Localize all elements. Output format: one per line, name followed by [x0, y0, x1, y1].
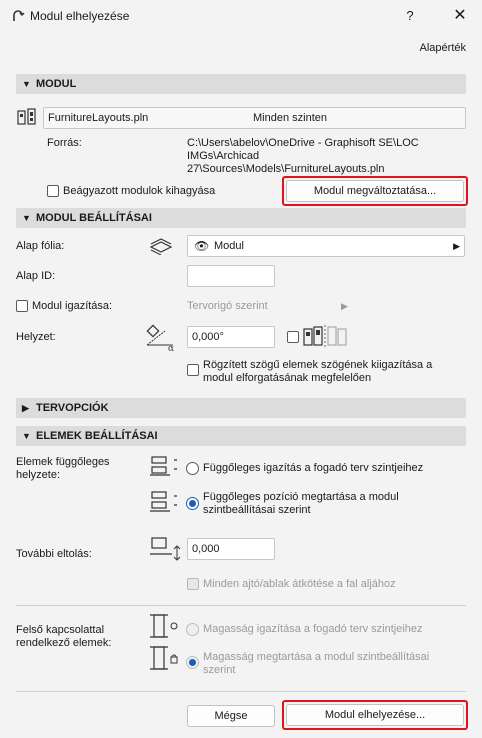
svg-text:α: α [168, 344, 174, 353]
offset-icon [150, 537, 181, 561]
section-modul-header[interactable]: ▼ MODUL [16, 74, 466, 94]
offset-label: További eltolás: [16, 548, 92, 560]
place-module-button[interactable]: Modul elhelyezése... [286, 704, 464, 726]
cancel-button[interactable]: Mégse [187, 705, 275, 727]
vertical-keep-label-line-1: Függőleges pozíció megtartása a modul [203, 491, 399, 503]
section-elements-header[interactable]: ▼ ELEMEK BEÁLLÍTÁSAI [16, 426, 466, 446]
module-floors: Minden szinten [253, 112, 327, 124]
align-module-checkbox[interactable] [16, 300, 28, 312]
mirror-icon [303, 325, 347, 347]
chevron-down-icon: ▼ [22, 431, 31, 441]
height-align-radio[interactable] [186, 623, 199, 636]
source-label: Forrás: [47, 137, 82, 149]
height-keep-label-line-2: szerint [203, 664, 236, 676]
height-keep-icon [150, 646, 178, 670]
vertical-keep-label-line-2: szintbeállításai szerint [203, 504, 311, 516]
height-align-label: Magasság igazítása a fogadó terv szintje… [203, 623, 423, 635]
change-module-highlight: Modul megváltoztatása... [282, 176, 468, 206]
footer-divider [16, 691, 466, 692]
section-plan-options-title: TERVOPCIÓK [36, 402, 109, 414]
top-linked-label: Felső kapcsolattal rendelkező elemek: [16, 624, 111, 650]
place-module-highlight: Modul elhelyezése... [282, 700, 468, 730]
source-path-line-1: C:\Users\abelov\OneDrive - Graphisoft SE… [187, 137, 419, 149]
help-button[interactable]: ? [396, 5, 424, 27]
section-settings-title: MODUL BEÁLLÍTÁSAI [36, 212, 152, 224]
eye-icon: 👁 [194, 239, 210, 253]
divider [16, 605, 466, 606]
relink-checkbox[interactable] [187, 578, 199, 590]
vertical-position-label-line-1: Elemek függőleges [16, 456, 110, 468]
chevron-down-icon: ▼ [22, 79, 31, 89]
height-keep-label-line-1: Magasság megtartása a modul szintbeállít… [203, 651, 430, 663]
vertical-align-label: Függőleges igazítás a fogadó terv szintj… [203, 462, 424, 474]
window-title: Modul elhelyezése [30, 9, 130, 23]
fixed-angle-label: Rögzített szögű elemek szögének kiigazít… [203, 359, 432, 385]
vertical-keep-radio[interactable] [186, 497, 199, 510]
source-path: C:\Users\abelov\OneDrive - Graphisoft SE… [187, 137, 419, 176]
close-button[interactable]: ✕ [446, 5, 474, 27]
hotlink-icon [13, 10, 25, 21]
chevron-right-icon: ▶ [341, 301, 348, 311]
relink-label: Minden ajtó/ablak átkötése a fal aljához [203, 578, 396, 590]
fixed-angle-label-line-2: modul elforgatásának megfelelően [203, 372, 372, 384]
vertical-align-radio[interactable] [186, 462, 199, 475]
top-linked-label-line-2: rendelkező elemek: [16, 637, 112, 649]
height-keep-label: Magasság megtartása a modul szintbeállít… [203, 651, 429, 677]
base-id-label: Alap ID: [16, 270, 56, 282]
module-file-icon [17, 108, 36, 125]
chevron-right-icon: ▶ [22, 403, 29, 413]
vertical-position-label: Elemek függőleges helyzete: [16, 456, 110, 482]
section-settings-header[interactable]: ▼ MODUL BEÁLLÍTÁSAI [16, 208, 466, 228]
fixed-angle-checkbox[interactable] [187, 364, 199, 376]
change-module-button[interactable]: Modul megváltoztatása... [286, 180, 464, 202]
top-linked-label-line-1: Felső kapcsolattal [16, 624, 105, 636]
skip-nested-label: Beágyazott modulok kihagyása [63, 185, 216, 197]
vertical-align-icon [150, 456, 177, 476]
height-keep-radio[interactable] [186, 656, 199, 669]
source-path-line-2: IMGs\Archicad [187, 150, 260, 162]
base-layer-label: Alap fólia: [16, 240, 65, 252]
section-elements-title: ELEMEK BEÁLLÍTÁSAI [36, 430, 158, 442]
section-plan-options-header[interactable]: ▶ TERVOPCIÓK [16, 398, 466, 418]
skip-nested-checkbox[interactable] [47, 185, 59, 197]
base-id-input[interactable] [187, 265, 275, 287]
module-file-name: FurnitureLayouts.pln [48, 112, 149, 124]
base-layer-select[interactable]: 👁 Modul ▶ [187, 235, 465, 257]
angle-input[interactable]: 0,000° [187, 326, 275, 348]
section-modul-title: MODUL [36, 78, 77, 90]
height-align-icon [150, 614, 178, 638]
mirror-checkbox[interactable] [287, 331, 299, 343]
offset-input[interactable]: 0,000 [187, 538, 275, 560]
source-path-line-3: 27\Sources\Models\FurnitureLayouts.pln [187, 163, 385, 175]
vertical-keep-label: Függőleges pozíció megtartása a modul sz… [203, 491, 399, 517]
vertical-position-label-line-2: helyzete: [16, 469, 61, 481]
base-layer-value: Modul [214, 240, 244, 252]
chevron-down-icon: ▼ [22, 213, 31, 223]
position-label: Helyzet: [16, 331, 56, 343]
align-module-value: Tervorigó szerint [187, 300, 268, 312]
align-module-label: Modul igazítása: [32, 300, 113, 312]
vertical-keep-icon [150, 491, 177, 512]
rotation-angle-icon: α [146, 324, 174, 353]
fixed-angle-label-line-1: Rögzített szögű elemek szögének kiigazít… [203, 359, 433, 371]
layer-icon [149, 238, 173, 255]
chevron-right-icon: ▶ [453, 241, 460, 251]
defaults-link[interactable]: Alapérték [420, 42, 466, 54]
